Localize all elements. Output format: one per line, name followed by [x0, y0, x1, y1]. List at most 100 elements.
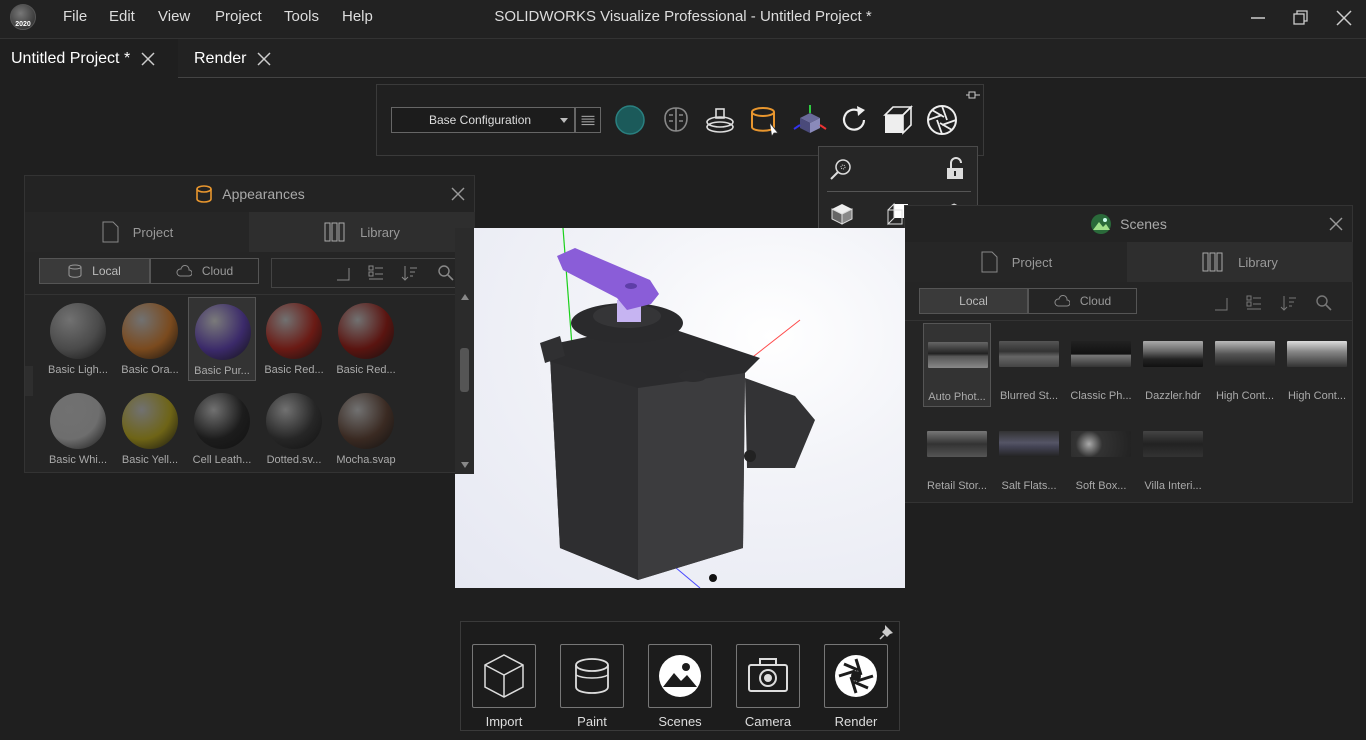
scene-item[interactable]: Blurred St... [995, 323, 1063, 407]
render-viewport[interactable] [455, 228, 905, 588]
appearance-item[interactable]: Basic Yell... [116, 387, 184, 471]
appearance-item[interactable]: Basic Ligh... [44, 297, 112, 381]
appearance-item[interactable]: Basic Ora... [116, 297, 184, 381]
aperture-icon [835, 655, 877, 697]
scene-item[interactable]: Dazzler.hdr [1139, 323, 1207, 407]
divider [905, 320, 1353, 321]
tab-untitled-project[interactable]: Untitled Project * [0, 39, 178, 79]
tab-library[interactable]: Library [1127, 242, 1353, 282]
scene-item[interactable]: Villa Interi... [1139, 413, 1207, 497]
material-swatch [338, 393, 394, 449]
scene-item[interactable]: High Cont... [1283, 323, 1351, 407]
servo-model [540, 228, 815, 588]
bottom-dock: Import Paint Scenes Camera Render [460, 621, 900, 731]
menu-tools[interactable]: Tools [284, 8, 319, 25]
tab-library[interactable]: Library [249, 212, 475, 252]
cloud-toggle[interactable]: Cloud [1028, 288, 1137, 314]
upload-icon[interactable] [1211, 294, 1229, 312]
scene-preview [1143, 431, 1203, 457]
filter-grid-icon[interactable] [367, 264, 385, 282]
scene-label: High Cont... [1215, 390, 1275, 402]
import-button[interactable] [472, 644, 536, 708]
tab-label: Library [360, 224, 400, 240]
appearance-item[interactable]: Cell Leath... [188, 387, 256, 471]
close-icon[interactable] [1328, 216, 1344, 232]
paint-bucket-icon[interactable] [748, 103, 782, 137]
minimize-icon[interactable] [1244, 6, 1272, 30]
scroll-up-icon[interactable] [461, 294, 469, 300]
menu-project[interactable]: Project [215, 8, 262, 25]
panel-handle[interactable] [25, 366, 33, 396]
tab-project[interactable]: Project [25, 212, 249, 252]
appearances-panel: Appearances Project Library Local Cloud … [24, 175, 475, 473]
segment-label: Cloud [201, 264, 234, 278]
close-icon[interactable] [450, 186, 466, 202]
camera-view-icon[interactable] [881, 103, 915, 137]
material-swatch [50, 303, 106, 359]
camera-button[interactable] [736, 644, 800, 708]
paint-button[interactable] [560, 644, 624, 708]
vertical-scrollbar[interactable] [455, 228, 474, 474]
scene-item[interactable]: Soft Box... [1067, 413, 1135, 497]
appearance-item[interactable]: Dotted.sv... [260, 387, 328, 471]
cloud-toggle[interactable]: Cloud [150, 258, 259, 284]
list-icon[interactable] [575, 107, 601, 133]
scene-item[interactable]: Salt Flats... [995, 413, 1063, 497]
upload-icon[interactable] [333, 264, 351, 282]
scene-label: Auto Phot... [928, 391, 986, 403]
material-swatch [338, 303, 394, 359]
brain-icon[interactable] [659, 103, 693, 137]
close-tab-icon[interactable] [256, 51, 272, 67]
appearance-item[interactable]: Basic Red... [332, 297, 400, 381]
search-icon[interactable] [1315, 294, 1333, 312]
scene-item[interactable]: Retail Stor... [923, 413, 991, 497]
view-top-icon[interactable] [829, 201, 855, 227]
scenes-button[interactable] [648, 644, 712, 708]
close-tab-icon[interactable] [140, 51, 156, 67]
close-window-icon[interactable] [1330, 6, 1358, 30]
scene-item[interactable]: Classic Ph... [1067, 323, 1135, 407]
scroll-thumb[interactable] [460, 348, 469, 392]
app-logo[interactable]: 2020 [10, 4, 36, 30]
scene-label: Salt Flats... [1001, 480, 1057, 492]
material-ball-icon[interactable] [613, 103, 647, 137]
title-bar: 2020 File Edit View Project Tools Help S… [0, 0, 1366, 38]
appearance-item[interactable]: Basic Whi... [44, 387, 112, 471]
menu-help[interactable]: Help [342, 8, 373, 25]
sort-icon[interactable] [1280, 294, 1298, 312]
move-axes-icon[interactable] [793, 103, 827, 137]
scene-preview [1215, 341, 1275, 367]
turntable-icon[interactable] [703, 103, 737, 137]
scroll-down-icon[interactable] [461, 462, 469, 468]
appearance-item[interactable]: Basic Red... [260, 297, 328, 381]
pin-icon[interactable] [879, 624, 895, 640]
scene-item[interactable]: High Cont... [1211, 323, 1279, 407]
pin-icon[interactable] [965, 87, 981, 103]
menu-view[interactable]: View [158, 8, 190, 25]
library-icon [1202, 252, 1223, 272]
aperture-icon[interactable] [925, 103, 959, 137]
appearance-item[interactable]: Mocha.svap [332, 387, 400, 471]
tab-render[interactable]: Render [183, 39, 283, 79]
local-toggle[interactable]: Local [919, 288, 1028, 314]
render-button[interactable] [824, 644, 888, 708]
logo-year: 2020 [15, 21, 31, 28]
paint-label: Paint [577, 714, 607, 729]
sort-icon[interactable] [401, 264, 419, 282]
appearance-item[interactable]: Basic Pur... [188, 297, 256, 381]
refresh-icon[interactable] [837, 103, 871, 137]
tab-label: Untitled Project * [11, 50, 131, 67]
configuration-select[interactable]: Base Configuration [391, 107, 575, 133]
appearance-label: Basic Ligh... [48, 364, 108, 376]
menu-file[interactable]: File [63, 8, 87, 25]
material-swatch [122, 303, 178, 359]
filter-grid-icon[interactable] [1245, 294, 1263, 312]
tab-project[interactable]: Project [905, 242, 1127, 282]
unlock-icon[interactable] [943, 157, 967, 181]
zoom-fit-icon[interactable] [829, 157, 853, 181]
local-toggle[interactable]: Local [39, 258, 150, 284]
restore-icon[interactable] [1286, 6, 1314, 30]
menu-edit[interactable]: Edit [109, 8, 135, 25]
scene-item[interactable]: Auto Phot... [923, 323, 991, 407]
search-icon[interactable] [437, 264, 455, 282]
